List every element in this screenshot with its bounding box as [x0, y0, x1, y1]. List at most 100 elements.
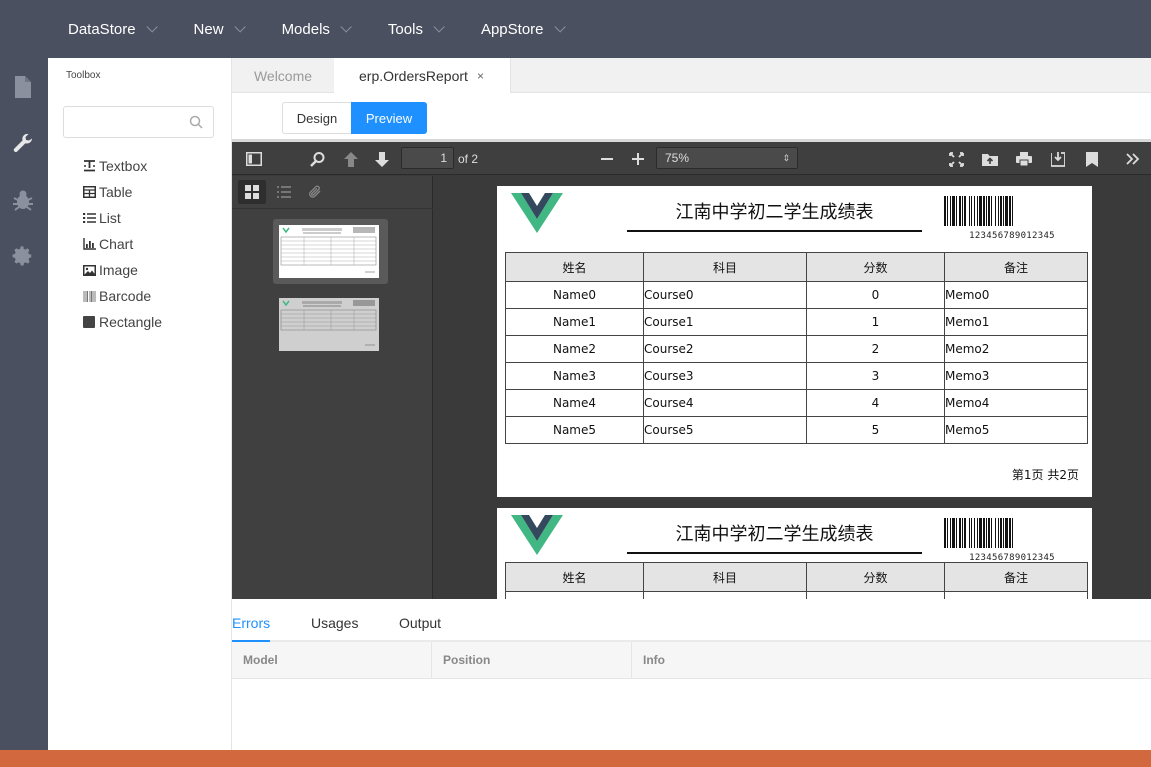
- cell-empty: [643, 591, 807, 599]
- report-table: 姓名 科目 分数 备注 Name0 Course0 0 Memo0 Name1 Cour…: [505, 252, 1088, 444]
- bug-icon[interactable]: [11, 188, 35, 212]
- zoom-select[interactable]: 75% ⇕: [656, 147, 798, 169]
- mode-bar: Design Preview: [232, 93, 1151, 139]
- outline-view-icon[interactable]: [270, 180, 298, 204]
- download-icon[interactable]: [1049, 150, 1067, 168]
- chevron-down-icon: [433, 21, 445, 33]
- vue-logo-icon: [511, 193, 563, 238]
- column-header: 备注: [944, 252, 1088, 282]
- cell-memo: Memo4: [944, 389, 1088, 417]
- toolbox-item-label: Rectangle: [99, 314, 163, 330]
- chevron-down-icon: [234, 21, 246, 33]
- cell-memo: Memo5: [944, 416, 1088, 444]
- list-icon: [82, 211, 96, 225]
- tab-usages[interactable]: Usages: [311, 615, 358, 631]
- toolbox-item-label: Table: [99, 184, 133, 200]
- cell-course: Course3: [643, 362, 807, 390]
- nav-models[interactable]: Models: [282, 21, 352, 38]
- cell-score: 0: [806, 281, 945, 309]
- column-header-model[interactable]: Model: [232, 642, 432, 679]
- cell-course: Course2: [643, 335, 807, 363]
- bookmark-icon[interactable]: [1083, 150, 1101, 168]
- column-header-position[interactable]: Position: [432, 642, 632, 679]
- cell-course: Course0: [643, 281, 807, 309]
- tab-errors[interactable]: Errors: [232, 615, 271, 642]
- toolbox-item-image[interactable]: Image: [82, 257, 162, 283]
- thumbnails-view-icon[interactable]: [238, 180, 266, 204]
- thumbnail-sidebar: [232, 176, 433, 599]
- barcode-icon: [82, 289, 96, 303]
- pages-container[interactable]: 江南中学初二学生成绩表 123456789012345 姓名 科目 分数 备注 …: [433, 176, 1151, 599]
- report-page-2: 江南中学初二学生成绩表 123456789012345 姓名 科目 分数 备注: [497, 508, 1092, 599]
- vue-logo-icon: [511, 515, 563, 560]
- search-icon[interactable]: [189, 115, 203, 134]
- column-header: 姓名: [505, 252, 644, 282]
- report-table-header: 姓名 科目 分数 备注: [505, 562, 1088, 592]
- chevron-down-icon: [340, 21, 352, 33]
- activity-rail: [0, 58, 48, 750]
- sidebar-view-tabs: [232, 176, 433, 209]
- toolbox-item-textbox[interactable]: Textbox: [82, 153, 162, 179]
- table-row: Name3 Course3 3 Memo3: [505, 362, 1088, 390]
- toolbox-item-barcode[interactable]: Barcode: [82, 283, 162, 309]
- nav-new[interactable]: New: [193, 20, 246, 38]
- thumbnail-image: [279, 298, 379, 351]
- tab-welcome[interactable]: Welcome: [232, 58, 334, 93]
- previous-page-icon[interactable]: [342, 150, 360, 168]
- cell-score: 4: [806, 389, 945, 417]
- toolbox-item-list[interactable]: List: [82, 205, 162, 231]
- table-row: Name0 Course0 0 Memo0: [505, 281, 1088, 309]
- table-row: Name4 Course4 4 Memo4: [505, 389, 1088, 417]
- toolbox-panel: Toolbox Textbox Table List Chart Image B…: [48, 58, 232, 750]
- attachments-view-icon[interactable]: [301, 180, 329, 204]
- nav-appstore[interactable]: AppStore: [481, 21, 566, 38]
- file-icon[interactable]: [11, 75, 35, 99]
- report-title: 江南中学初二学生成绩表: [627, 198, 922, 232]
- preview-button[interactable]: Preview: [351, 102, 427, 134]
- presentation-mode-icon[interactable]: [947, 150, 965, 168]
- wrench-icon[interactable]: [11, 132, 35, 156]
- page-thumbnail-2[interactable]: [273, 292, 388, 357]
- open-file-icon[interactable]: [981, 150, 999, 168]
- design-button[interactable]: Design: [282, 102, 351, 134]
- image-icon: [82, 263, 96, 277]
- toolbox-item-rectangle[interactable]: Rectangle: [82, 309, 162, 335]
- close-icon[interactable]: ×: [477, 69, 484, 83]
- select-arrow-icon: ⇕: [782, 153, 790, 163]
- toolbox-item-label: Barcode: [99, 288, 152, 304]
- cell-name: Name1: [505, 308, 644, 336]
- zoom-out-icon[interactable]: [598, 150, 616, 168]
- tab-orders-report[interactable]: erp.OrdersReport ×: [334, 58, 511, 94]
- next-page-icon[interactable]: [373, 150, 391, 168]
- gear-icon[interactable]: [11, 244, 35, 268]
- table-row: Name5 Course5 5 Memo5: [505, 416, 1088, 444]
- zoom-in-icon[interactable]: [629, 150, 647, 168]
- toolbox-search-input[interactable]: [64, 107, 184, 137]
- page-number-input[interactable]: 1: [401, 147, 454, 169]
- bottom-tabs: Errors Usages Output: [232, 599, 1151, 642]
- editor-tabs: Welcome erp.OrdersReport ×: [232, 58, 1151, 94]
- cell-course: Course1: [643, 308, 807, 336]
- table-row: Name2 Course2 2 Memo2: [505, 335, 1088, 363]
- cell-score: 2: [806, 335, 945, 363]
- barcode-text: 123456789012345: [969, 231, 1055, 241]
- toolbox-item-chart[interactable]: Chart: [82, 231, 162, 257]
- nav-tools[interactable]: Tools: [388, 21, 445, 38]
- cell-memo: Memo0: [944, 281, 1088, 309]
- toolbox-item-table[interactable]: Table: [82, 179, 162, 205]
- chevron-down-icon: [553, 21, 566, 33]
- column-header-info[interactable]: Info: [632, 642, 1151, 679]
- table-row: [505, 591, 1088, 599]
- sidebar-toggle-icon[interactable]: [245, 150, 263, 168]
- tab-output[interactable]: Output: [399, 615, 441, 631]
- cell-name: Name5: [505, 416, 644, 444]
- nav-new-label: New: [193, 20, 224, 38]
- tools-chevron-icon[interactable]: [1124, 150, 1142, 168]
- find-icon[interactable]: [309, 150, 327, 168]
- nav-datastore[interactable]: DataStore: [68, 21, 158, 38]
- cell-course: Course5: [643, 416, 807, 444]
- status-bar: [0, 750, 1151, 767]
- page-thumbnail-1[interactable]: [273, 219, 388, 284]
- print-icon[interactable]: [1015, 150, 1033, 168]
- cell-empty: [806, 591, 945, 599]
